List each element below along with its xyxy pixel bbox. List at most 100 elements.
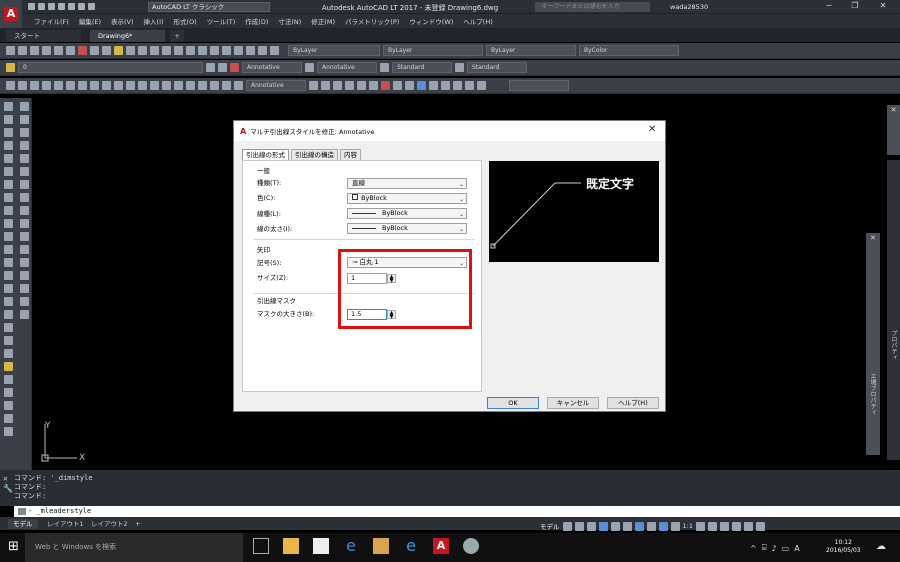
paste-icon[interactable] bbox=[102, 46, 111, 55]
add-leader-icon[interactable] bbox=[321, 81, 330, 90]
calculator-icon[interactable] bbox=[258, 46, 267, 55]
region-icon[interactable] bbox=[4, 310, 13, 319]
dim-update-icon[interactable] bbox=[234, 81, 243, 90]
undo-icon[interactable] bbox=[78, 3, 85, 10]
mleader-combo[interactable]: Annotative bbox=[246, 80, 306, 91]
menu-dimension[interactable]: 寸法(N) bbox=[278, 16, 301, 26]
preview-icon[interactable] bbox=[54, 46, 63, 55]
diameter-dim-icon[interactable] bbox=[78, 81, 87, 90]
palette-close-icon[interactable]: ✕ bbox=[887, 105, 900, 115]
linetype-select[interactable]: ByBlock ⌄ bbox=[347, 208, 467, 219]
publish-icon[interactable] bbox=[66, 46, 75, 55]
erase-icon[interactable] bbox=[4, 375, 13, 384]
ellipse-arc-icon[interactable] bbox=[4, 232, 13, 241]
ellipse-icon[interactable] bbox=[4, 219, 13, 228]
table-icon[interactable] bbox=[4, 323, 13, 332]
continue-dim-icon[interactable] bbox=[126, 81, 135, 90]
render-icon[interactable] bbox=[429, 81, 438, 90]
snap-mode-icon[interactable] bbox=[574, 521, 584, 531]
plus-icon[interactable] bbox=[707, 521, 717, 531]
tab-start[interactable]: スタート bbox=[6, 30, 81, 42]
tab-model[interactable]: モデル bbox=[8, 519, 38, 529]
osnap-icon[interactable] bbox=[634, 521, 644, 531]
edge-icon[interactable]: e bbox=[343, 538, 359, 554]
zoom-window-icon[interactable] bbox=[174, 46, 183, 55]
undo-icon[interactable] bbox=[126, 46, 135, 55]
command-close-icon[interactable]: ✕ 🔧 bbox=[3, 474, 13, 494]
chamfer-icon[interactable] bbox=[20, 206, 29, 215]
redo-icon[interactable] bbox=[88, 3, 95, 10]
ortho-icon[interactable] bbox=[586, 521, 596, 531]
collect-leader-icon[interactable] bbox=[357, 81, 366, 90]
radius-dim-icon[interactable] bbox=[54, 81, 63, 90]
jogged-dim-icon[interactable] bbox=[66, 81, 75, 90]
new-tab-button[interactable]: + bbox=[170, 30, 184, 42]
offset-icon[interactable] bbox=[4, 414, 13, 423]
jogged-linear-icon[interactable] bbox=[198, 81, 207, 90]
menu-edit[interactable]: 編集(E) bbox=[79, 16, 101, 26]
layer-manager-icon[interactable] bbox=[6, 63, 15, 72]
scale-icon[interactable] bbox=[20, 128, 29, 137]
center-mark-icon[interactable] bbox=[174, 81, 183, 90]
layer-dropdown[interactable]: 0 bbox=[18, 62, 203, 73]
print-icon[interactable] bbox=[42, 46, 51, 55]
notification-icon[interactable]: ▭ bbox=[782, 544, 790, 553]
layer-previous-icon[interactable] bbox=[218, 63, 227, 72]
lineweight-display-icon[interactable] bbox=[646, 521, 656, 531]
aligned-dim-icon[interactable] bbox=[18, 81, 27, 90]
help-icon[interactable] bbox=[270, 46, 279, 55]
join-icon[interactable] bbox=[20, 193, 29, 202]
dim-style-dropdown[interactable]: Annotative bbox=[317, 62, 377, 73]
revcloud-icon[interactable] bbox=[4, 193, 13, 202]
circle-icon[interactable] bbox=[4, 180, 13, 189]
clean-screen-icon[interactable] bbox=[743, 521, 753, 531]
workspace-dropdown[interactable]: AutoCAD LT クラシック bbox=[148, 2, 270, 12]
polyline-icon[interactable] bbox=[4, 128, 13, 137]
table-style-icon[interactable] bbox=[380, 63, 389, 72]
app-icon[interactable] bbox=[463, 538, 479, 554]
arc-length-icon[interactable] bbox=[30, 81, 39, 90]
task-view-icon[interactable] bbox=[253, 538, 269, 554]
store-icon[interactable] bbox=[313, 538, 329, 554]
lengthen-icon[interactable] bbox=[20, 245, 29, 254]
auto-scale-icon[interactable] bbox=[670, 521, 680, 531]
dim-edit-icon[interactable] bbox=[210, 81, 219, 90]
add-layout-button[interactable]: + bbox=[130, 519, 145, 529]
grid-icon[interactable] bbox=[562, 521, 572, 531]
workspace-switch-icon[interactable] bbox=[695, 521, 705, 531]
mleader-style-dropdown[interactable]: Standard bbox=[467, 62, 527, 73]
divide-icon[interactable] bbox=[20, 271, 29, 280]
hardware-accel-icon[interactable] bbox=[731, 521, 741, 531]
extend-icon[interactable] bbox=[20, 167, 29, 176]
mtext-icon[interactable] bbox=[4, 336, 13, 345]
hatch-icon[interactable] bbox=[4, 284, 13, 293]
cancel-button[interactable]: キャンセル bbox=[547, 397, 599, 409]
color-dropdown[interactable]: ByLayer bbox=[288, 45, 380, 56]
osnap-tracking-icon[interactable] bbox=[622, 521, 632, 531]
lineweight-select[interactable]: ByBlock ⌄ bbox=[347, 223, 467, 234]
matchprop-icon[interactable] bbox=[114, 46, 123, 55]
zoom-realtime-icon[interactable] bbox=[417, 81, 426, 90]
mleader-icon[interactable] bbox=[309, 81, 318, 90]
mirror-icon[interactable] bbox=[4, 401, 13, 410]
stretch-icon[interactable] bbox=[20, 141, 29, 150]
cut-icon[interactable] bbox=[78, 46, 87, 55]
properties-icon[interactable] bbox=[198, 46, 207, 55]
move-icon[interactable] bbox=[20, 102, 29, 111]
help-button[interactable]: ヘルプ(H) bbox=[607, 397, 659, 409]
quick-dim-icon[interactable] bbox=[102, 81, 111, 90]
palette-strip-top[interactable]: ✕ bbox=[887, 105, 900, 155]
dim-break-icon[interactable] bbox=[150, 81, 159, 90]
blank-dropdown[interactable] bbox=[509, 80, 569, 91]
annotation-visibility-icon[interactable] bbox=[658, 521, 668, 531]
linear-dim-icon[interactable] bbox=[6, 81, 15, 90]
spline-icon[interactable] bbox=[4, 206, 13, 215]
gradient-icon[interactable] bbox=[4, 297, 13, 306]
tool-palette-close-icon[interactable]: ✕ bbox=[866, 233, 880, 243]
dim-space-icon[interactable] bbox=[138, 81, 147, 90]
point-icon[interactable] bbox=[4, 271, 13, 280]
align-leader-icon[interactable] bbox=[345, 81, 354, 90]
snap-icon[interactable] bbox=[369, 81, 378, 90]
tool-palettes-icon[interactable] bbox=[222, 46, 231, 55]
taskbar-search[interactable]: Web と Windows を検索 bbox=[25, 533, 243, 562]
